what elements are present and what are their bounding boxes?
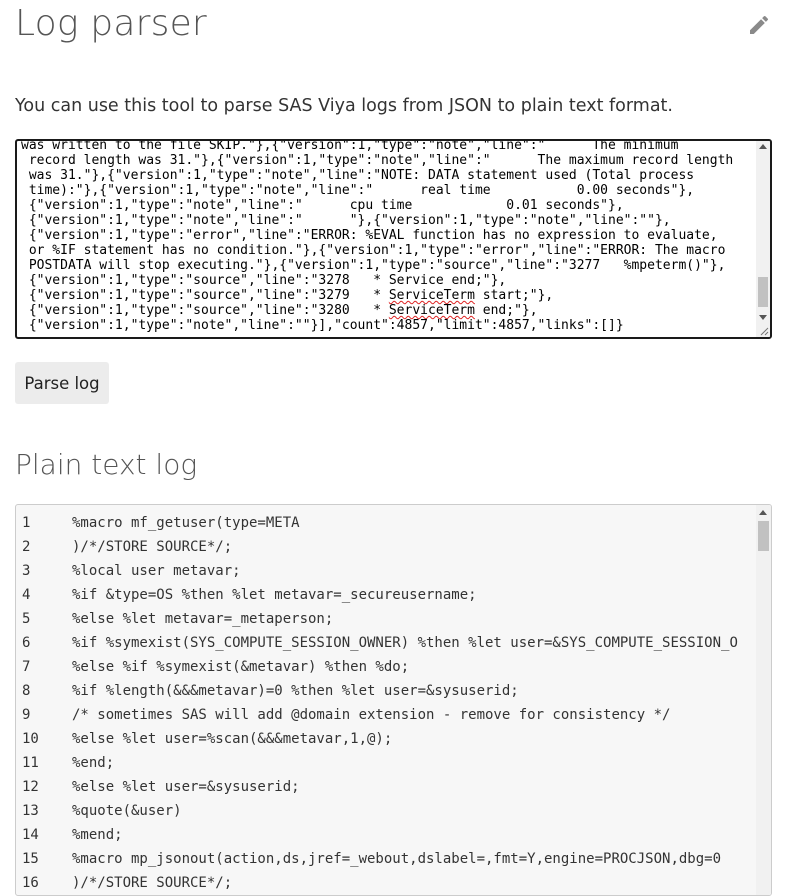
line-number: 14 xyxy=(22,827,39,843)
misspelled-word: ServiceTerm xyxy=(388,303,475,318)
line-number: 3 xyxy=(22,563,31,579)
json-text-segment: {"version":1,"type":"note","line":" cpu … xyxy=(21,198,624,213)
log-line-text: %local user metavar; xyxy=(72,563,241,579)
json-text-segment: POSTDATA will stop executing."},{"versio… xyxy=(21,258,726,273)
parse-log-button[interactable]: Parse log xyxy=(15,362,109,404)
line-number: 16 xyxy=(22,875,39,891)
misspelled-word: ServiceTerm xyxy=(388,288,475,303)
json-input-line: {"version":1,"type":"error","line":"ERRO… xyxy=(21,228,759,243)
json-input-line: {"version":1,"type":"note","line":" "},{… xyxy=(21,213,759,228)
log-line-text: %quote(&user) xyxy=(72,803,182,819)
intro-text: You can use this tool to parse SAS Viya … xyxy=(15,96,673,116)
log-line-text: /* sometimes SAS will add @domain extens… xyxy=(72,707,671,723)
json-text-segment: start;"}, xyxy=(474,288,554,303)
log-line-text: )/*/STORE SOURCE*/; xyxy=(72,875,233,891)
json-input-line: was written to the file SKIP."},{"versio… xyxy=(21,139,759,153)
log-line: 3 %local user metavar; xyxy=(16,559,756,583)
json-text-segment: or %IF statement has no condition."},{"v… xyxy=(21,243,726,258)
scroll-up-arrow-icon[interactable] xyxy=(759,144,767,149)
log-line-text: %macro mf_getuser(type=META xyxy=(72,515,300,531)
line-number: 7 xyxy=(22,659,31,675)
log-lines: 1 %macro mf_getuser(type=META 2 )/*/STORE S… xyxy=(16,511,756,895)
line-number: 10 xyxy=(22,731,39,747)
log-line: 14 %mend; xyxy=(16,823,756,847)
json-text-segment: time):"},{"version":1,"type":"note","lin… xyxy=(21,183,695,198)
line-number: 5 xyxy=(22,611,31,627)
line-number: 11 xyxy=(22,755,39,771)
json-input-line: {"version":1,"type":"source","line":"327… xyxy=(21,288,759,303)
plain-text-log-title: Plain text log xyxy=(15,448,198,481)
log-line-text: %macro mp_jsonout(action,ds,jref=_webout… xyxy=(72,851,722,867)
log-line-text: %else %let user=&sysuserid; xyxy=(72,779,300,795)
log-line-text: %else %let metavar=_metaperson; xyxy=(72,611,334,627)
line-number: 15 xyxy=(22,851,39,867)
line-number: 2 xyxy=(22,539,31,555)
json-text-segment: end;"}, xyxy=(474,303,538,318)
json-text-segment: {"version":1,"type":"source","line":"328… xyxy=(21,303,389,318)
log-line: 6 %if %symexist(SYS_COMPUTE_SESSION_OWNER… xyxy=(16,631,756,655)
log-viewer-scrollbar[interactable] xyxy=(756,505,771,895)
json-input-line: time):"},{"version":1,"type":"note","lin… xyxy=(21,183,759,198)
scroll-down-arrow-icon[interactable] xyxy=(759,315,767,320)
log-line: 7 %else %if %symexist(&metavar) %then %do… xyxy=(16,655,756,679)
line-number: 8 xyxy=(22,683,31,699)
textarea-scrollbar[interactable] xyxy=(756,141,770,337)
json-text-segment: {"version":1,"type":"error","line":"ERRO… xyxy=(21,228,718,243)
json-text-segment: {"version":1,"type":"source","line":"327… xyxy=(21,288,389,303)
json-text-segment: {"version":1,"type":"note","line":" "},{… xyxy=(21,213,671,228)
line-number: 13 xyxy=(22,803,39,819)
log-line-text: %if %symexist(SYS_COMPUTE_SESSION_OWNER)… xyxy=(72,635,738,651)
log-line: 9 /* sometimes SAS will add @domain exten… xyxy=(16,703,756,727)
json-log-content[interactable]: was written to the file SKIP."},{"versio… xyxy=(21,139,759,333)
scroll-up-arrow-icon[interactable] xyxy=(759,510,767,515)
json-input-line: was 31."},{"version":1,"type":"note","li… xyxy=(21,168,759,183)
log-line: 13 %quote(&user) xyxy=(16,799,756,823)
line-number: 1 xyxy=(22,515,31,531)
json-text-segment: was written to the file SKIP."},{"versio… xyxy=(21,139,679,153)
json-input-line: {"version":1,"type":"note","line":" cpu … xyxy=(21,198,759,213)
log-line: 12 %else %let user=&sysuserid; xyxy=(16,775,756,799)
json-text-segment: record length was 31."},{"version":1,"ty… xyxy=(21,153,734,168)
json-input-line: {"version":1,"type":"note","line":""}],"… xyxy=(21,318,759,333)
log-line-text: %else %if %symexist(&metavar) %then %do; xyxy=(72,659,410,675)
line-number: 12 xyxy=(22,779,39,795)
json-log-textarea[interactable]: was written to the file SKIP."},{"versio… xyxy=(15,139,772,339)
resize-grip-icon[interactable] xyxy=(759,326,769,336)
log-line-text: %else %let user=%scan(&&&metavar,1,@); xyxy=(72,731,393,747)
pencil-icon[interactable] xyxy=(747,13,771,37)
log-line-text: )/*/STORE SOURCE*/; xyxy=(72,539,233,555)
scrollbar-thumb[interactable] xyxy=(758,521,769,551)
log-line-text: %mend; xyxy=(72,827,123,843)
log-line-text: %if &type=OS %then %let metavar=_secureu… xyxy=(72,587,477,603)
json-input-line: POSTDATA will stop executing."},{"versio… xyxy=(21,258,759,273)
log-line-text: %end; xyxy=(72,755,115,771)
json-text-segment: {"version":1,"type":"note","line":""}],"… xyxy=(21,318,624,333)
json-text-segment: {"version":1,"type":"source","line":"327… xyxy=(21,273,507,288)
log-line: 15 %macro mp_jsonout(action,ds,jref=_webo… xyxy=(16,847,756,871)
plain-text-log-viewer[interactable]: 1 %macro mf_getuser(type=META 2 )/*/STORE S… xyxy=(15,504,772,896)
json-input-line: {"version":1,"type":"source","line":"327… xyxy=(21,273,759,288)
log-line: 11 %end; xyxy=(16,751,756,775)
log-line: 16 )/*/STORE SOURCE*/; xyxy=(16,871,756,895)
json-text-segment: was 31."},{"version":1,"type":"note","li… xyxy=(21,168,695,183)
json-input-line: {"version":1,"type":"source","line":"328… xyxy=(21,303,759,318)
log-line: 4 %if &type=OS %then %let metavar=_secure… xyxy=(16,583,756,607)
line-number: 9 xyxy=(22,707,31,723)
log-line: 5 %else %let metavar=_metaperson; xyxy=(16,607,756,631)
log-line: 10 %else %let user=%scan(&&&metavar,1,@); xyxy=(16,727,756,751)
json-input-line: or %IF statement has no condition."},{"v… xyxy=(21,243,759,258)
log-line: 8 %if %length(&&&metavar)=0 %then %let us… xyxy=(16,679,756,703)
log-line-text: %if %length(&&&metavar)=0 %then %let use… xyxy=(72,683,519,699)
json-input-line: record length was 31."},{"version":1,"ty… xyxy=(21,153,759,168)
log-line: 2 )/*/STORE SOURCE*/; xyxy=(16,535,756,559)
line-number: 4 xyxy=(22,587,31,603)
page-title: Log parser xyxy=(15,3,207,44)
log-line: 1 %macro mf_getuser(type=META xyxy=(16,511,756,535)
line-number: 6 xyxy=(22,635,31,651)
scrollbar-thumb[interactable] xyxy=(758,277,768,307)
